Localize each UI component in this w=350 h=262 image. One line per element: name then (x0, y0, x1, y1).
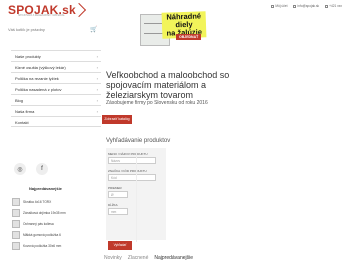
list-item[interactable]: Kovová podložka 30x6 mm (12, 240, 102, 251)
mail-icon (293, 4, 297, 8)
page-headline: Veľkoobchod a maloobchod so spojovacím m… (106, 70, 230, 100)
product-grid (136, 152, 208, 242)
search-products-button[interactable]: Vyhľadať produkty (108, 241, 132, 256)
instagram-icon[interactable]: ◎ (14, 163, 26, 175)
sidebar-item-contact[interactable]: Kontakt (11, 116, 101, 127)
sidebar-item-blog[interactable]: Blog › (11, 94, 101, 105)
sidebar-item-label: Blog (15, 98, 24, 103)
list-item[interactable]: Zárušková objímka 19x35 mm (12, 207, 102, 218)
product-name: Ochranný pás koliesa (23, 221, 54, 226)
sidebar-item-shelf-cutting[interactable]: Polička na rezanie lyžiek › (11, 72, 101, 83)
sidebar-item-label: Naše produkty (15, 54, 41, 59)
tab-discounted[interactable]: Zlacnené (128, 255, 149, 261)
popular-title: Najpredávanejšie (29, 186, 62, 191)
length-input[interactable]: mm (108, 208, 128, 215)
product-tabs: Novinky Zlacnené Najpredávanejšie (104, 255, 193, 261)
promo-banner[interactable]: Náhradné diely na žalúzie OBJEDNAŤ (140, 11, 207, 46)
user-icon (271, 4, 275, 8)
sidebar-item-label: Klzné osušta (výškový lekár) (15, 65, 66, 70)
product-name: Mäkká gumová podložka 6 (23, 232, 61, 237)
email-link[interactable]: info@spojak.sk (293, 4, 319, 8)
sidebar-item-label: Kontakt (15, 120, 29, 125)
sidebar-item-shelf-fences[interactable]: Polička nasadená z plotov › (11, 83, 101, 94)
top-links: Môj účet info@spojak.sk +421 xxx (271, 4, 342, 8)
sidebar-item-products[interactable]: Naše produkty › (11, 50, 101, 61)
product-thumbnail (12, 208, 20, 217)
cart-icon[interactable]: 🛒 (90, 26, 97, 33)
chevron-right-icon: › (96, 109, 98, 114)
product-search-title: Vyhľadávanie produktov (106, 138, 171, 144)
chevron-right-icon: › (96, 98, 98, 103)
sidebar-item-company[interactable]: Naša firma › (11, 105, 101, 116)
sidebar-item-label: Naša firma (15, 109, 35, 114)
list-item[interactable]: Mäkká gumová podložka 6 (12, 229, 102, 240)
product-thumbnail (12, 219, 20, 228)
chevron-right-icon: › (96, 65, 98, 70)
sidebar-nav: Naše produkty › Klzné osušta (výškový lek… (11, 50, 101, 127)
tab-new[interactable]: Novinky (104, 255, 122, 261)
sidebar-item-slides[interactable]: Klzné osušta (výškový lekár) › (11, 61, 101, 72)
chevron-right-icon: › (96, 87, 98, 92)
logo-tagline: SPOJOVACÍ A ŽELEZIARSKY MATERIÁL (18, 14, 65, 17)
tab-bestsellers[interactable]: Najpredávanejšie (154, 255, 193, 261)
diameter-input[interactable]: Ø (108, 191, 128, 198)
sidebar-item-label: Polička nasadená z plotov (15, 87, 62, 92)
sidebar-item-label: Polička na rezanie lyžiek (15, 76, 59, 81)
chevron-right-icon: › (96, 76, 98, 81)
product-thumbnail (12, 241, 20, 250)
phone-link[interactable]: +421 xxx (325, 4, 342, 8)
facebook-icon[interactable]: f (36, 163, 48, 175)
account-link[interactable]: Môj účet (271, 4, 287, 8)
phone-icon (325, 4, 329, 8)
popular-list: Skrutka 4x16 TORX Zárušková objímka 19x3… (12, 196, 102, 251)
catalog-button[interactable]: Zobraziť katalóg (102, 115, 132, 124)
product-name: Kovová podložka 30x6 mm (23, 243, 62, 248)
list-item[interactable]: Skrutka 4x16 TORX (12, 196, 102, 207)
product-name: Zárušková objímka 19x35 mm (23, 210, 66, 215)
product-name: Skrutka 4x16 TORX (23, 199, 52, 204)
product-thumbnail (12, 230, 20, 239)
social-links: ◎ f (14, 163, 48, 175)
page-subline: Zásobujeme firmy po Slovensku od roku 20… (106, 100, 208, 106)
cart-summary-field[interactable] (6, 24, 96, 34)
chevron-right-icon: › (96, 54, 98, 59)
product-thumbnail (12, 197, 20, 206)
banner-order-button[interactable]: OBJEDNAŤ (176, 34, 202, 40)
list-item[interactable]: Ochranný pás koliesa (12, 218, 102, 229)
